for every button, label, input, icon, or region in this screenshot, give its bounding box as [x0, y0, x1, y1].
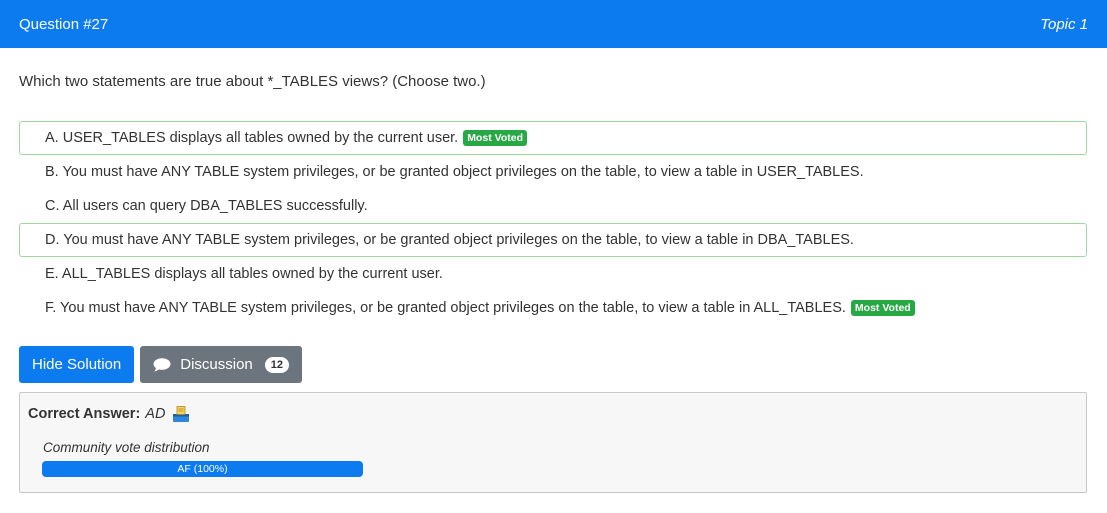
choice-text: E. ALL_TABLES displays all tables owned … — [45, 266, 443, 282]
hide-solution-button[interactable]: Hide Solution — [19, 346, 135, 383]
voting-box-icon[interactable] — [172, 405, 190, 423]
question-text: Which two statements are true about *_TA… — [19, 73, 486, 90]
vote-distribution-bar: AF (100%) — [42, 461, 363, 477]
discussion-button[interactable]: Discussion 12 — [140, 346, 303, 383]
choice-e[interactable]: E. ALL_TABLES displays all tables owned … — [19, 257, 1087, 291]
choice-d[interactable]: D. You must have ANY TABLE system privil… — [19, 223, 1087, 257]
choice-text: D. You must have ANY TABLE system privil… — [45, 232, 854, 248]
choice-text: F. You must have ANY TABLE system privil… — [45, 300, 846, 316]
vote-distribution-label: Community vote distribution — [43, 440, 210, 455]
choice-text: A. USER_TABLES displays all tables owned… — [45, 130, 459, 146]
chat-bubble-icon — [153, 357, 171, 372]
choice-f[interactable]: F. You must have ANY TABLE system privil… — [19, 291, 1087, 325]
choice-c[interactable]: C. All users can query DBA_TABLES succes… — [19, 189, 1087, 223]
discussion-label: Discussion — [180, 356, 253, 373]
choice-b[interactable]: B. You must have ANY TABLE system privil… — [19, 155, 1087, 189]
question-number: Question #27 — [19, 15, 109, 33]
correct-answer-panel: Correct Answer: AD Community vote distri… — [19, 392, 1087, 493]
discussion-count-badge: 12 — [264, 356, 290, 373]
choice-text: C. All users can query DBA_TABLES succes… — [45, 198, 368, 214]
question-header: Question #27 Topic 1 — [0, 0, 1107, 48]
action-buttons: Hide Solution Discussion 12 — [19, 346, 303, 383]
correct-answer-label: Correct Answer: — [28, 406, 141, 422]
correct-answer-line: Correct Answer: AD — [28, 405, 190, 423]
vote-bar-fill: AF (100%) — [42, 461, 363, 477]
topic-label: Topic 1 — [1040, 15, 1088, 33]
choice-text: B. You must have ANY TABLE system privil… — [45, 164, 864, 180]
choices-list: A. USER_TABLES displays all tables owned… — [19, 121, 1087, 325]
most-voted-badge: Most Voted — [463, 130, 527, 146]
choice-a[interactable]: A. USER_TABLES displays all tables owned… — [19, 121, 1087, 155]
most-voted-badge: Most Voted — [850, 300, 915, 316]
correct-answer-value: AD — [145, 406, 166, 422]
